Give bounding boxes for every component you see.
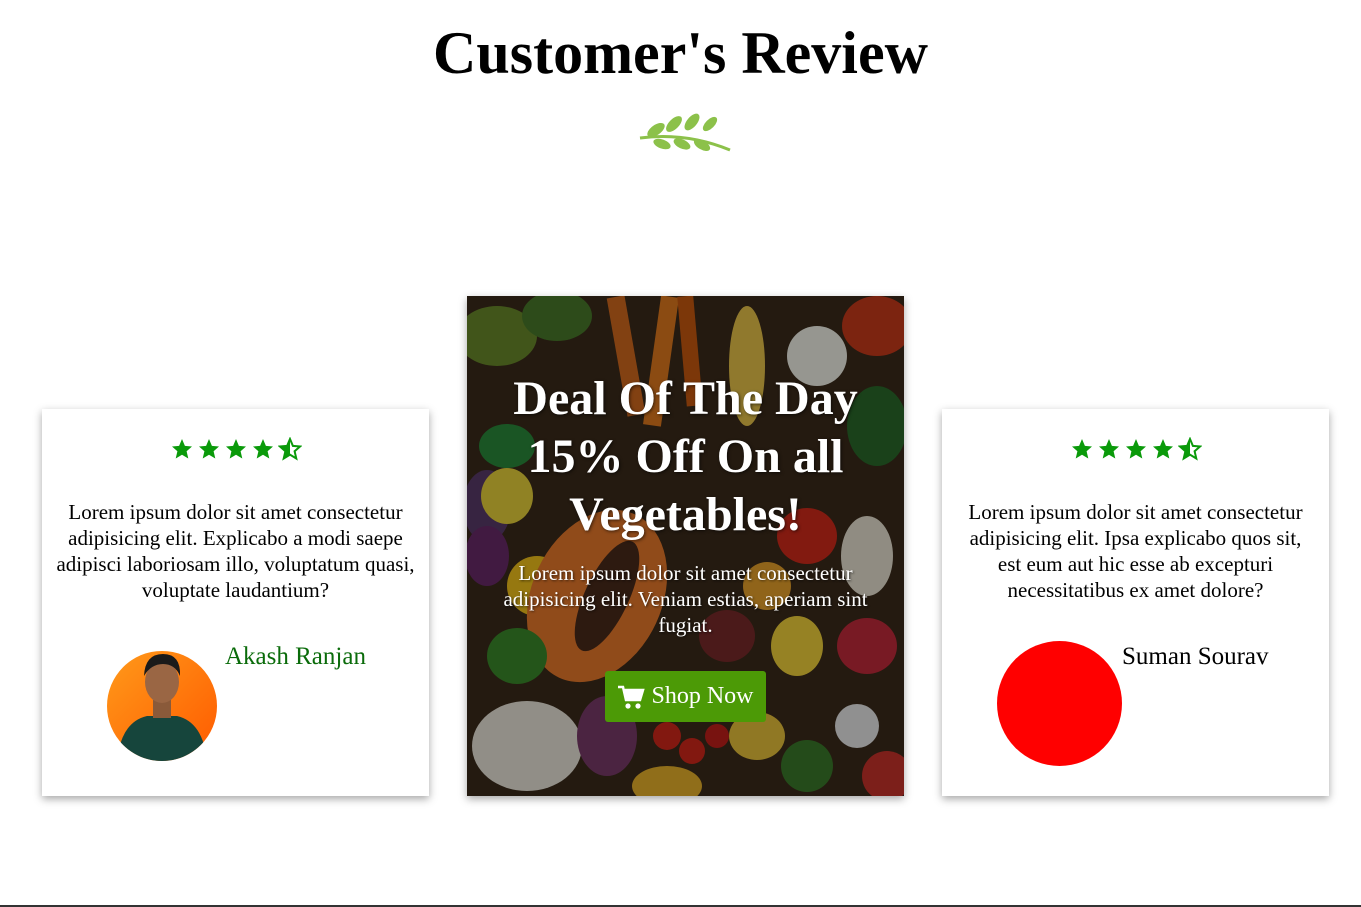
shop-now-button[interactable]: Shop Now	[605, 671, 766, 722]
leaf-divider-icon	[639, 113, 731, 152]
reviewer-avatar	[107, 651, 217, 761]
star-full-icon	[1152, 439, 1173, 459]
star-full-icon	[1125, 439, 1146, 459]
review-text: Lorem ipsum dolor sit amet consectetur a…	[968, 500, 1303, 602]
review-card-akash: Lorem ipsum dolor sit amet consectetur a…	[42, 409, 429, 796]
reviewer-name: Akash Ranjan	[225, 643, 366, 670]
star-rating	[42, 437, 429, 461]
page-title: Customer's Review	[433, 20, 928, 86]
reviewer-avatar-placeholder	[997, 641, 1122, 766]
star-half-icon	[1177, 437, 1202, 461]
deal-content: Deal Of The Day 15% Off On all Vegetable…	[467, 370, 904, 638]
cart-icon	[618, 685, 646, 709]
star-full-icon	[171, 439, 192, 459]
review-card-suman: Lorem ipsum dolor sit amet consectetur a…	[942, 409, 1329, 796]
star-full-icon	[1098, 439, 1119, 459]
review-text: Lorem ipsum dolor sit amet consectetur a…	[56, 500, 415, 602]
deal-of-the-day-card: Deal Of The Day 15% Off On all Vegetable…	[467, 296, 904, 796]
star-rating	[942, 437, 1329, 461]
reviewer-name: Suman Sourav	[1122, 643, 1269, 670]
deal-title: Deal Of The Day 15% Off On all Vegetable…	[513, 372, 858, 541]
deal-description: Lorem ipsum dolor sit amet consectetur a…	[503, 561, 868, 637]
star-full-icon	[1071, 439, 1092, 459]
star-full-icon	[252, 439, 273, 459]
star-half-icon	[277, 437, 302, 461]
shop-now-label: Shop Now	[651, 683, 754, 709]
star-full-icon	[198, 439, 219, 459]
star-full-icon	[225, 439, 246, 459]
